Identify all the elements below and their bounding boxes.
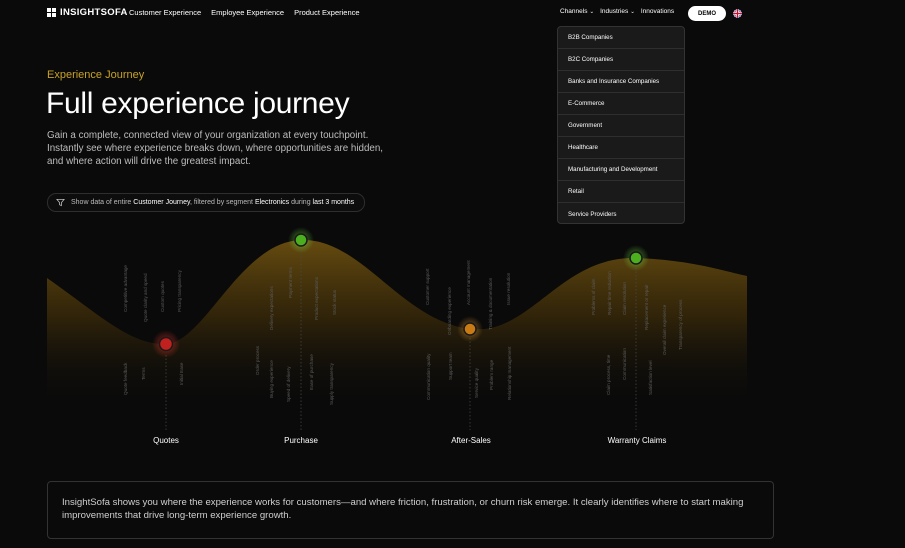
stage-marker-quotes: [152, 330, 180, 358]
top-navigation: INSIGHTSOFA Customer Experience Employee…: [0, 0, 905, 26]
svg-text:Supply transparency: Supply transparency: [329, 362, 334, 405]
brand-logo[interactable]: INSIGHTSOFA: [47, 7, 128, 18]
svg-text:Delivery expectations: Delivery expectations: [269, 286, 274, 330]
dropdown-item-banks-insurance[interactable]: Banks and Insurance Companies: [558, 71, 684, 93]
svg-text:Problem range: Problem range: [489, 359, 494, 390]
filter-during-text: during: [291, 199, 311, 206]
dropdown-item-manufacturing[interactable]: Manufacturing and Development: [558, 159, 684, 181]
hero-description: Gain a complete, connected view of your …: [47, 130, 384, 167]
stage-label-quotes[interactable]: Quotes: [153, 436, 179, 445]
stage-label-after-sales[interactable]: After-Sales: [451, 436, 491, 445]
svg-text:Account management: Account management: [466, 260, 471, 305]
nav-industries-menu[interactable]: Industries ⌄: [600, 8, 635, 15]
nav-link-product-experience[interactable]: Product Experience: [294, 8, 359, 17]
svg-text:Training & documentation: Training & documentation: [488, 277, 493, 330]
journey-filter-bar[interactable]: Show data of entire Customer Journey, fi…: [47, 193, 366, 212]
svg-text:Issue resolution: Issue resolution: [506, 272, 511, 305]
svg-text:Satisfaction level: Satisfaction level: [648, 361, 653, 395]
stage-marker-after-sales: [457, 316, 483, 342]
nav-channels-label: Channels: [560, 8, 588, 15]
svg-text:Competitive advantage: Competitive advantage: [123, 265, 128, 312]
svg-text:Quote clarity and speed: Quote clarity and speed: [143, 273, 148, 322]
svg-text:Terms: Terms: [141, 367, 146, 380]
svg-text:Claim process, time: Claim process, time: [606, 354, 611, 395]
svg-text:Payment terms: Payment terms: [288, 266, 293, 298]
nav-link-employee-experience[interactable]: Employee Experience: [211, 8, 284, 17]
svg-text:Claim resolution: Claim resolution: [622, 282, 627, 315]
dropdown-item-retail[interactable]: Retail: [558, 181, 684, 203]
filter-journey-value[interactable]: Customer Journey: [133, 199, 190, 206]
svg-text:Speed of delivery: Speed of delivery: [286, 366, 291, 402]
primary-nav: Customer Experience Employee Experience …: [129, 8, 360, 17]
svg-text:Transparency of process: Transparency of process: [678, 299, 683, 350]
channels-dropdown-menu: B2B Companies B2C Companies Banks and In…: [557, 26, 685, 224]
filter-icon: [56, 198, 65, 207]
svg-text:Relationship management: Relationship management: [507, 346, 512, 400]
svg-text:Support team: Support team: [448, 352, 453, 380]
svg-text:Product expectations: Product expectations: [314, 276, 319, 320]
page-title: Full experience journey: [46, 87, 350, 120]
svg-text:Service quality: Service quality: [474, 367, 479, 398]
svg-text:Order process: Order process: [255, 345, 260, 375]
uk-flag-icon[interactable]: [733, 9, 742, 18]
experience-journey-curve: Competitive advantage Quote clarity and …: [47, 227, 747, 430]
svg-text:Stock status: Stock status: [332, 289, 337, 315]
svg-text:Overall claim experience: Overall claim experience: [662, 304, 667, 355]
filter-sentence: Show data of entire Customer Journey, fi…: [71, 199, 354, 206]
chevron-down-icon: ⌄: [630, 9, 635, 15]
info-text: InsightSofa shows you where the experien…: [62, 497, 744, 521]
svg-text:Custom quotes: Custom quotes: [160, 280, 165, 312]
dropdown-item-b2c[interactable]: B2C Companies: [558, 49, 684, 71]
svg-text:Ease of purchase: Ease of purchase: [309, 354, 314, 390]
chevron-down-icon: ⌄: [589, 9, 595, 15]
svg-text:Communication quality: Communication quality: [426, 353, 431, 400]
section-eyebrow: Experience Journey: [47, 69, 145, 81]
svg-text:Quote feedback: Quote feedback: [123, 362, 128, 395]
svg-text:Customer support: Customer support: [425, 268, 430, 305]
stage-marker-purchase: [288, 227, 314, 253]
logo-icon: [47, 8, 56, 17]
svg-text:Problems of claim: Problems of claim: [591, 278, 596, 315]
svg-text:Pricing transparency: Pricing transparency: [177, 269, 182, 312]
nav-innovations-link[interactable]: Innovations: [641, 8, 674, 15]
stage-label-warranty-claims[interactable]: Warranty Claims: [608, 436, 667, 445]
demo-button[interactable]: DEMO: [688, 6, 726, 21]
nav-link-customer-experience[interactable]: Customer Experience: [129, 8, 201, 17]
filter-prefix: Show data of entire: [71, 199, 132, 206]
info-callout: InsightSofa shows you where the experien…: [47, 481, 774, 539]
brand-name: INSIGHTSOFA: [60, 7, 128, 18]
svg-text:Replacement or repair: Replacement or repair: [644, 284, 649, 330]
filter-middle-text: , filtered by segment: [189, 199, 253, 206]
nav-channels-menu[interactable]: Channels ⌄: [560, 8, 594, 15]
dropdown-item-healthcare[interactable]: Healthcare: [558, 137, 684, 159]
stage-marker-warranty-claims: [623, 245, 649, 271]
svg-text:Onboarding experience: Onboarding experience: [447, 287, 452, 335]
dropdown-item-ecommerce[interactable]: E-Commerce: [558, 93, 684, 115]
nav-industries-label: Industries: [600, 8, 629, 15]
svg-text:Communication: Communication: [622, 348, 627, 380]
filter-segment-value[interactable]: Electronics: [255, 199, 289, 206]
dropdown-item-government[interactable]: Government: [558, 115, 684, 137]
secondary-nav: Channels ⌄ Industries ⌄ Innovations: [560, 8, 674, 15]
filter-period-value[interactable]: last 3 months: [313, 199, 355, 206]
dropdown-item-b2b[interactable]: B2B Companies: [558, 27, 684, 49]
stage-label-purchase[interactable]: Purchase: [284, 436, 318, 445]
svg-text:Initial Ease: Initial Ease: [179, 362, 184, 385]
svg-text:Buying experience: Buying experience: [269, 360, 274, 398]
svg-text:Repair time reduction: Repair time reduction: [607, 271, 612, 315]
